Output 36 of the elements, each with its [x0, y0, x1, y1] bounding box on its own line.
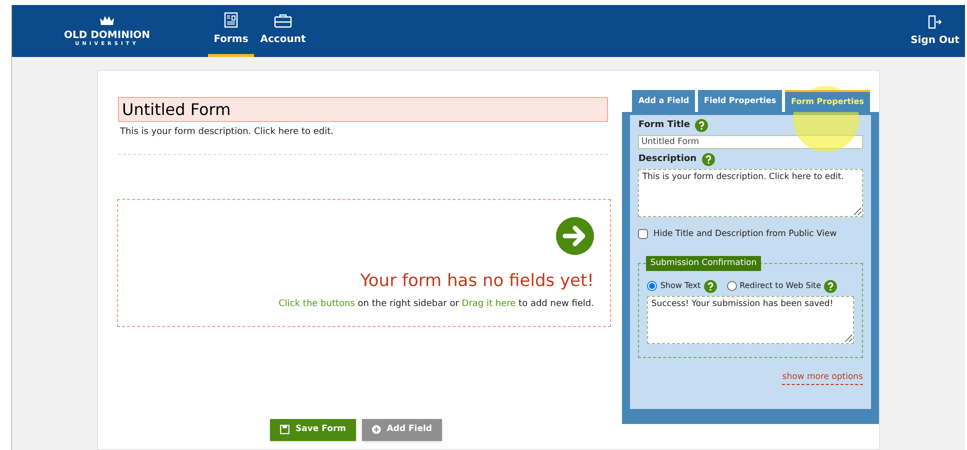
help-icon[interactable] [694, 119, 708, 132]
field-label: Form Title [638, 119, 690, 132]
description-textarea[interactable]: This is your form description. Click here to edit. [638, 168, 863, 216]
checkbox-label: Hide Title and Description from Public View [653, 228, 837, 241]
radio-label: Show Text [660, 280, 701, 292]
radio-button[interactable] [647, 281, 658, 292]
form-description[interactable]: This is your form description. Click here to edit. [118, 126, 608, 140]
show-more-options-link[interactable]: show more options [782, 371, 863, 385]
radio-button[interactable] [726, 281, 737, 292]
field-label: Description [638, 153, 697, 166]
arrow-circle-icon [556, 216, 594, 254]
hint-link[interactable]: Click the buttons [278, 299, 355, 309]
nav-tab[interactable]: Account [260, 5, 306, 57]
group-legend: Submission Confirmation [646, 256, 761, 270]
plus-circle-icon [372, 424, 381, 435]
briefcase-icon [274, 12, 292, 28]
help-icon[interactable] [704, 280, 717, 293]
empty-state-heading: Your form has no fields yet! [360, 270, 594, 292]
help-icon[interactable] [702, 153, 715, 166]
hide-title-checkbox[interactable] [638, 229, 648, 240]
nav-tab[interactable]: Forms [208, 5, 254, 57]
logo-name: OLD DOMINION [64, 31, 150, 41]
save-form-button[interactable]: Save Form [270, 418, 356, 440]
hint-link[interactable]: Drag it here [462, 299, 516, 309]
radio-label: Redirect to Web Site [740, 280, 822, 292]
form-title-input[interactable]: Untitled Form [638, 134, 863, 148]
exit-door-icon [928, 14, 942, 28]
confirmation-message[interactable]: Success! Your submission has been saved! [647, 296, 854, 344]
sidebar-tab[interactable]: Field Properties [698, 90, 782, 112]
sign-out-button[interactable]: Sign Out [907, 5, 963, 57]
form-title[interactable]: Untitled Form [118, 97, 608, 122]
empty-state-hint: Click the buttons on the right sidebar or Drag it here to add new field. [278, 298, 594, 311]
form-icon [224, 12, 238, 28]
help-icon[interactable] [824, 280, 838, 293]
crown-icon [99, 15, 115, 27]
sidebar-tab[interactable]: Add a Field [632, 90, 696, 112]
